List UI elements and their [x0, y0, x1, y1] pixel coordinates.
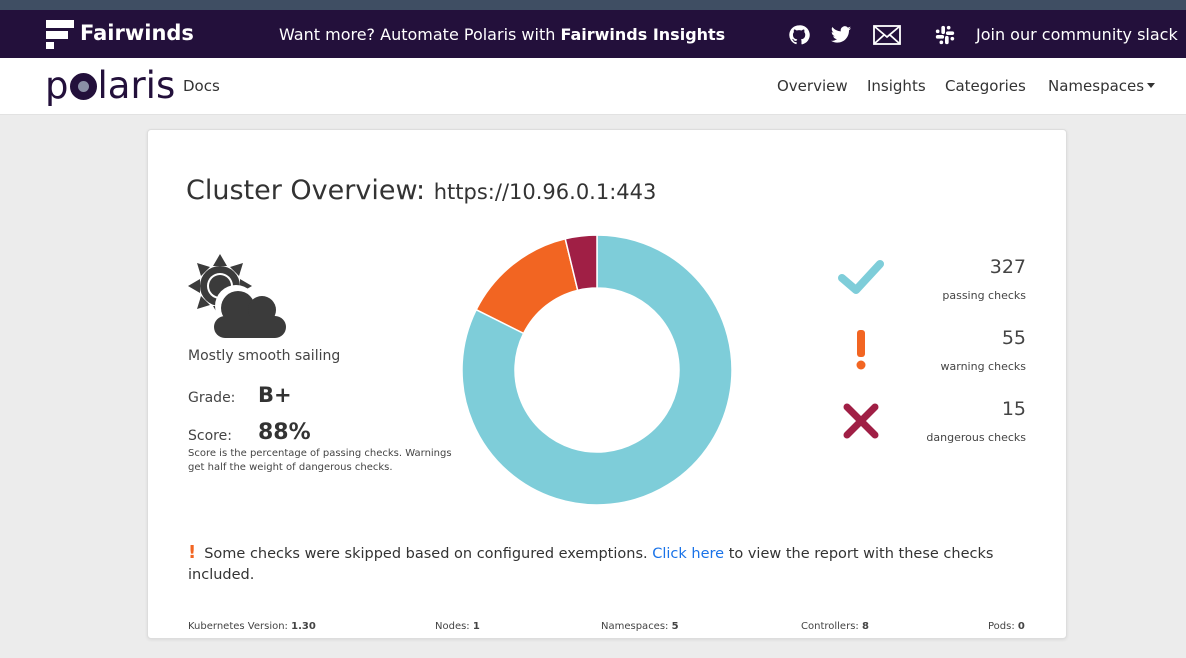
footer-value: 1.30: [291, 621, 316, 632]
twitter-icon[interactable]: [829, 24, 853, 46]
warning-label: warning checks: [940, 360, 1026, 373]
footer-controllers: Controllers: 8: [801, 621, 869, 632]
fairwinds-logo-icon[interactable]: [44, 18, 76, 50]
dangerous-count: 15: [1001, 398, 1026, 420]
cluster-overview-card: Cluster Overview: https://10.96.0.1:443 …: [147, 129, 1067, 639]
score-explanation: Score is the percentage of passing check…: [188, 448, 452, 473]
exclamation-icon: [856, 330, 866, 370]
footer-label: Controllers:: [801, 621, 859, 632]
footer-label: Namespaces:: [601, 621, 669, 632]
score-value: 88%: [258, 420, 311, 445]
x-icon: [843, 403, 879, 439]
nav-insights[interactable]: Insights: [867, 77, 926, 95]
docs-link[interactable]: Docs: [183, 77, 220, 95]
footer-label: Pods:: [988, 621, 1015, 632]
footer-value: 1: [472, 621, 480, 632]
logo-text-left: p: [45, 64, 69, 107]
nav-categories[interactable]: Categories: [945, 77, 1026, 95]
top-strip: [0, 0, 1186, 10]
score-label: Score:: [188, 428, 232, 444]
checks-donut-chart: [461, 234, 733, 506]
nav-namespaces-label: Namespaces: [1048, 77, 1145, 95]
passing-count: 327: [989, 256, 1026, 278]
footer-value: 0: [1017, 621, 1025, 632]
notice-text-before: Some checks were skipped based on config…: [204, 546, 648, 562]
page-title: Cluster Overview: https://10.96.0.1:443: [186, 175, 656, 206]
footer-value: 8: [861, 621, 869, 632]
nav-namespaces-dropdown[interactable]: Namespaces: [1048, 77, 1156, 95]
polaris-dot-icon: [69, 73, 97, 100]
mail-icon[interactable]: [873, 24, 901, 46]
cluster-url: https://10.96.0.1:443: [433, 180, 657, 204]
promo-banner: Fairwinds Want more? Automate Polaris wi…: [0, 10, 1186, 58]
sun-cloud-icon: [188, 254, 290, 340]
grade-label: Grade:: [188, 390, 236, 406]
slack-link[interactable]: Join our community slack: [976, 25, 1178, 44]
weather-summary: Mostly smooth sailing: [188, 348, 341, 364]
top-navbar: p laris Docs Overview Insights Categories…: [0, 58, 1186, 115]
checkmark-icon: [838, 260, 884, 294]
promo-insights[interactable]: Fairwinds Insights: [560, 25, 725, 44]
slack-icon[interactable]: [933, 24, 957, 46]
warning-count: 55: [1001, 327, 1026, 349]
promo-prefix: Want more? Automate Polaris with: [279, 25, 561, 44]
promo-text[interactable]: Want more? Automate Polaris with Fairwin…: [279, 25, 725, 44]
dangerous-label: dangerous checks: [926, 431, 1026, 444]
footer-k8s-version: Kubernetes Version: 1.30: [188, 621, 316, 632]
warning-exclamation-icon: !: [188, 542, 197, 563]
nav-overview[interactable]: Overview: [777, 77, 848, 95]
grade-value: B+: [258, 383, 292, 407]
footer-pods: Pods: 0: [988, 621, 1025, 632]
footer-label: Kubernetes Version:: [188, 621, 288, 632]
github-icon[interactable]: [787, 24, 811, 46]
passing-label: passing checks: [942, 289, 1026, 302]
footer-value: 5: [671, 621, 679, 632]
footer-namespaces: Namespaces: 5: [601, 621, 679, 632]
exemptions-notice: ! Some checks were skipped based on confi…: [188, 542, 1028, 586]
title-text: Cluster Overview:: [186, 175, 426, 206]
exemptions-report-link[interactable]: Click here: [652, 546, 724, 562]
logo-text-right: laris: [97, 64, 176, 107]
polaris-logo[interactable]: p laris: [45, 64, 175, 108]
footer-label: Nodes:: [435, 621, 470, 632]
footer-nodes: Nodes: 1: [435, 621, 480, 632]
fairwinds-brand[interactable]: Fairwinds: [80, 21, 194, 45]
caret-down-icon: [1147, 83, 1156, 88]
